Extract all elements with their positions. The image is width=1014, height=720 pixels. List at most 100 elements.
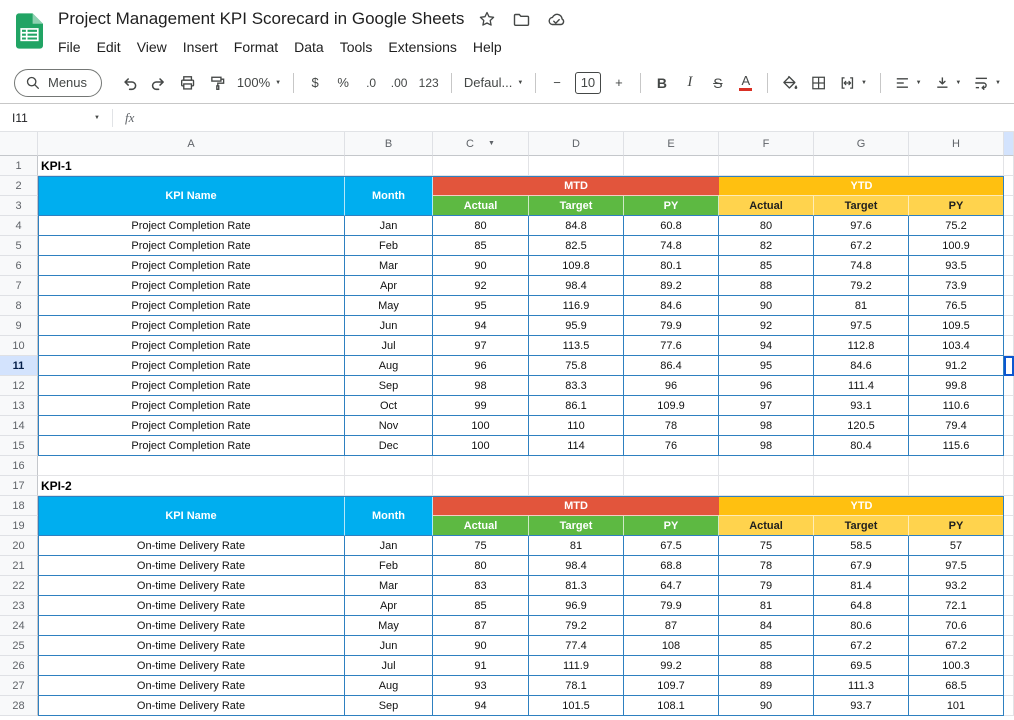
cell-f21[interactable]: 78: [719, 556, 814, 576]
cell-d23[interactable]: 96.9: [529, 596, 624, 616]
cell-g17[interactable]: [814, 476, 909, 496]
borders-button[interactable]: [805, 70, 832, 96]
cell-b15[interactable]: Dec: [345, 436, 433, 456]
cell-i15[interactable]: [1004, 436, 1014, 456]
redo-button[interactable]: [145, 70, 172, 96]
row-header-11[interactable]: 11: [0, 356, 38, 376]
cell-d21[interactable]: 98.4: [529, 556, 624, 576]
cell-f13[interactable]: 97: [719, 396, 814, 416]
cell-i26[interactable]: [1004, 656, 1014, 676]
cell-b28[interactable]: Sep: [345, 696, 433, 716]
cell-c12[interactable]: 98: [433, 376, 529, 396]
cell-d16[interactable]: [529, 456, 624, 476]
cell-e4[interactable]: 60.8: [624, 216, 719, 236]
row-header-22[interactable]: 22: [0, 576, 38, 596]
cell-i12[interactable]: [1004, 376, 1014, 396]
menu-format[interactable]: Format: [226, 37, 286, 57]
row-header-25[interactable]: 25: [0, 636, 38, 656]
cell-h10[interactable]: 103.4: [909, 336, 1004, 356]
cell-e16[interactable]: [624, 456, 719, 476]
bold-button[interactable]: B: [649, 70, 675, 96]
ytd-sub-target-2[interactable]: Target: [814, 516, 909, 536]
cell-i18[interactable]: [1004, 496, 1014, 516]
decrease-font-size-button[interactable]: −: [544, 70, 570, 96]
cell-d10[interactable]: 113.5: [529, 336, 624, 356]
menu-extensions[interactable]: Extensions: [380, 37, 464, 57]
cell-i14[interactable]: [1004, 416, 1014, 436]
cell-f28[interactable]: 90: [719, 696, 814, 716]
cell-h20[interactable]: 57: [909, 536, 1004, 556]
merge-cells-button[interactable]: ▼: [834, 70, 872, 96]
text-wrap-button[interactable]: ▼: [968, 70, 1006, 96]
row-header-13[interactable]: 13: [0, 396, 38, 416]
cell-i9[interactable]: [1004, 316, 1014, 336]
font-family-select[interactable]: Defaul... ▼: [460, 70, 527, 96]
row-header-16[interactable]: 16: [0, 456, 38, 476]
row-header-3[interactable]: 3: [0, 196, 38, 216]
cell-e26[interactable]: 99.2: [624, 656, 719, 676]
star-icon[interactable]: [478, 10, 498, 28]
cell-i3[interactable]: [1004, 196, 1014, 216]
cell-g10[interactable]: 112.8: [814, 336, 909, 356]
cell-a4[interactable]: Project Completion Rate: [38, 216, 345, 236]
row-header-20[interactable]: 20: [0, 536, 38, 556]
cell-c11[interactable]: 96: [433, 356, 529, 376]
cell-g14[interactable]: 120.5: [814, 416, 909, 436]
menu-help[interactable]: Help: [465, 37, 510, 57]
name-box[interactable]: I11 ▼: [12, 111, 100, 125]
cell-g7[interactable]: 79.2: [814, 276, 909, 296]
cell-a8[interactable]: Project Completion Rate: [38, 296, 345, 316]
column-header-i[interactable]: [1004, 132, 1014, 156]
row-header-15[interactable]: 15: [0, 436, 38, 456]
cell-g23[interactable]: 64.8: [814, 596, 909, 616]
menus-button[interactable]: Menus: [14, 69, 102, 97]
month-header-2[interactable]: Month: [345, 496, 433, 536]
cell-h12[interactable]: 99.8: [909, 376, 1004, 396]
cell-e28[interactable]: 108.1: [624, 696, 719, 716]
cell-d4[interactable]: 84.8: [529, 216, 624, 236]
cell-a14[interactable]: Project Completion Rate: [38, 416, 345, 436]
cell-b9[interactable]: Jun: [345, 316, 433, 336]
cell-b21[interactable]: Feb: [345, 556, 433, 576]
kpi-name-header-1[interactable]: KPI Name: [38, 176, 345, 216]
cell-i16[interactable]: [1004, 456, 1014, 476]
row-header-17[interactable]: 17: [0, 476, 38, 496]
cell-e1[interactable]: [624, 156, 719, 176]
cell-f12[interactable]: 96: [719, 376, 814, 396]
kpi-name-header-2[interactable]: KPI Name: [38, 496, 345, 536]
paint-format-button[interactable]: [204, 70, 231, 96]
format-percent-button[interactable]: %: [330, 70, 356, 96]
cell-h23[interactable]: 72.1: [909, 596, 1004, 616]
cell-i22[interactable]: [1004, 576, 1014, 596]
menu-file[interactable]: File: [50, 37, 89, 57]
row-header-9[interactable]: 9: [0, 316, 38, 336]
cell-b17[interactable]: [345, 476, 433, 496]
cell-d22[interactable]: 81.3: [529, 576, 624, 596]
cell-a20[interactable]: On-time Delivery Rate: [38, 536, 345, 556]
cell-g12[interactable]: 111.4: [814, 376, 909, 396]
cell-i23[interactable]: [1004, 596, 1014, 616]
column-header-g[interactable]: G: [814, 132, 909, 156]
cell-i7[interactable]: [1004, 276, 1014, 296]
cloud-saved-icon[interactable]: [546, 10, 566, 28]
cell-e6[interactable]: 80.1: [624, 256, 719, 276]
row-header-18[interactable]: 18: [0, 496, 38, 516]
cell-h15[interactable]: 115.6: [909, 436, 1004, 456]
selected-cell-i11[interactable]: [1004, 356, 1014, 376]
cell-h24[interactable]: 70.6: [909, 616, 1004, 636]
column-header-h[interactable]: H: [909, 132, 1004, 156]
cell-d9[interactable]: 95.9: [529, 316, 624, 336]
cell-f26[interactable]: 88: [719, 656, 814, 676]
name-box-dropdown-icon[interactable]: ▼: [94, 115, 100, 121]
cell-g25[interactable]: 67.2: [814, 636, 909, 656]
cell-h26[interactable]: 100.3: [909, 656, 1004, 676]
cell-f20[interactable]: 75: [719, 536, 814, 556]
row-header-12[interactable]: 12: [0, 376, 38, 396]
row-header-5[interactable]: 5: [0, 236, 38, 256]
cell-a9[interactable]: Project Completion Rate: [38, 316, 345, 336]
row-header-21[interactable]: 21: [0, 556, 38, 576]
cell-a12[interactable]: Project Completion Rate: [38, 376, 345, 396]
menu-data[interactable]: Data: [286, 37, 332, 57]
cell-c17[interactable]: [433, 476, 529, 496]
cell-e11[interactable]: 86.4: [624, 356, 719, 376]
